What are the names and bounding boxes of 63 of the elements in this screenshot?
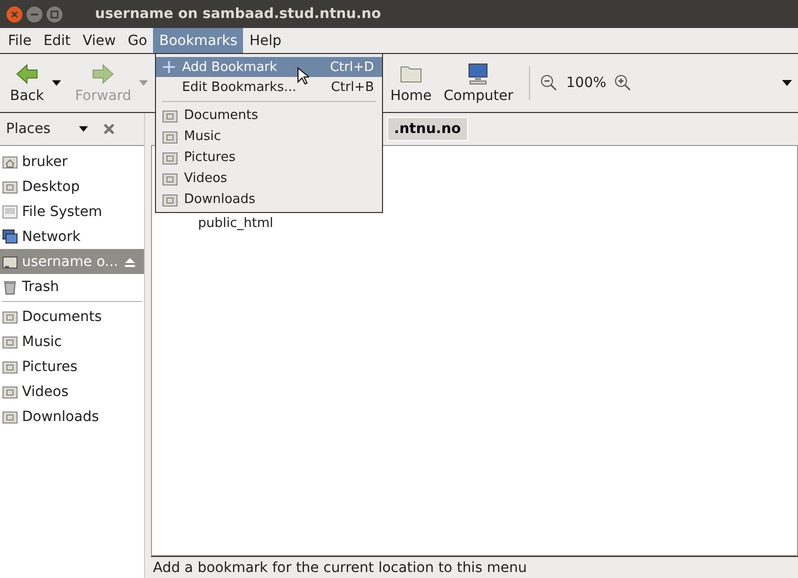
home-folder-icon <box>2 154 18 170</box>
sidebar-item[interactable]: Videos <box>0 379 144 404</box>
folder-label[interactable]: public_html <box>198 216 274 231</box>
menu-item[interactable]: File <box>2 28 38 53</box>
network-icon <box>2 228 18 244</box>
drive-icon <box>2 204 18 220</box>
menu-item[interactable]: View <box>76 28 122 53</box>
menu-item[interactable]: Add Bookmark Ctrl+D <box>156 57 382 77</box>
folder-icon <box>2 408 18 424</box>
overflow-arrow-icon[interactable] <box>782 80 792 86</box>
path-button[interactable]: .ntnu.no <box>387 117 468 141</box>
arrow-right-icon <box>91 62 116 86</box>
sidebar-title[interactable]: Places <box>6 121 51 137</box>
toolbar-button[interactable]: Computer <box>438 62 520 104</box>
sidebar-item[interactable]: Trash <box>0 274 144 299</box>
zoom-level: 100% <box>566 75 606 91</box>
dropdown-arrow-icon[interactable] <box>52 80 61 86</box>
folder-icon <box>162 192 178 208</box>
close-icon[interactable] <box>102 122 116 136</box>
mouse-cursor-icon <box>297 67 309 85</box>
dropdown-arrow-icon[interactable] <box>78 126 88 132</box>
folder-icon <box>2 308 18 324</box>
computer-icon <box>466 62 490 86</box>
trash-icon <box>2 278 18 294</box>
sidebar-item[interactable]: Documents <box>0 304 144 329</box>
menu-item[interactable]: Go <box>122 28 154 53</box>
folder-icon <box>2 384 18 400</box>
menu-item[interactable]: Help <box>243 28 288 53</box>
folder-icon <box>2 358 18 374</box>
sidebar-item[interactable]: Network <box>0 224 144 249</box>
zoom-out-icon[interactable] <box>540 74 558 92</box>
folder-icon <box>162 128 178 144</box>
arrow-left-icon <box>15 62 39 86</box>
sidebar-item[interactable]: File System <box>0 199 144 224</box>
folder-icon <box>162 170 178 186</box>
close-icon[interactable] <box>6 6 23 22</box>
sidebar-item[interactable]: Pictures <box>0 354 144 379</box>
menu-item[interactable]: Music <box>156 126 382 147</box>
menu-item[interactable]: Downloads <box>156 189 382 210</box>
status-bar: Add a bookmark for the current location to this menu <box>151 556 798 578</box>
toolbar-button[interactable]: Home <box>384 62 438 104</box>
menu-item[interactable]: Documents <box>156 105 382 126</box>
menu-item[interactable]: Videos <box>156 168 382 189</box>
menu-item[interactable]: Pictures <box>156 147 382 168</box>
sidebar-item[interactable]: Music <box>0 329 144 354</box>
maximize-icon[interactable] <box>46 6 63 22</box>
zoom-in-icon[interactable] <box>614 74 632 92</box>
toolbar-button[interactable]: Back <box>4 62 50 104</box>
folder-icon <box>2 178 18 194</box>
folder-icon <box>162 150 178 166</box>
minimize-icon[interactable] <box>26 6 43 22</box>
window-title: username on sambaad.stud.ntnu.no <box>95 6 381 22</box>
folder-icon <box>2 334 18 350</box>
menu-item[interactable]: Bookmarks <box>153 28 244 53</box>
drive-icon <box>2 254 18 270</box>
folder-icon <box>162 108 178 124</box>
sidebar-item[interactable]: Desktop <box>0 174 144 199</box>
menu-item[interactable]: Edit Bookmarks... Ctrl+B <box>156 77 382 97</box>
eject-icon[interactable] <box>124 256 136 268</box>
sidebar-item[interactable]: Downloads <box>0 404 144 429</box>
menu-item[interactable]: Edit <box>37 28 77 53</box>
plus-icon <box>162 60 176 74</box>
sidebar-item[interactable]: bruker <box>0 149 144 174</box>
